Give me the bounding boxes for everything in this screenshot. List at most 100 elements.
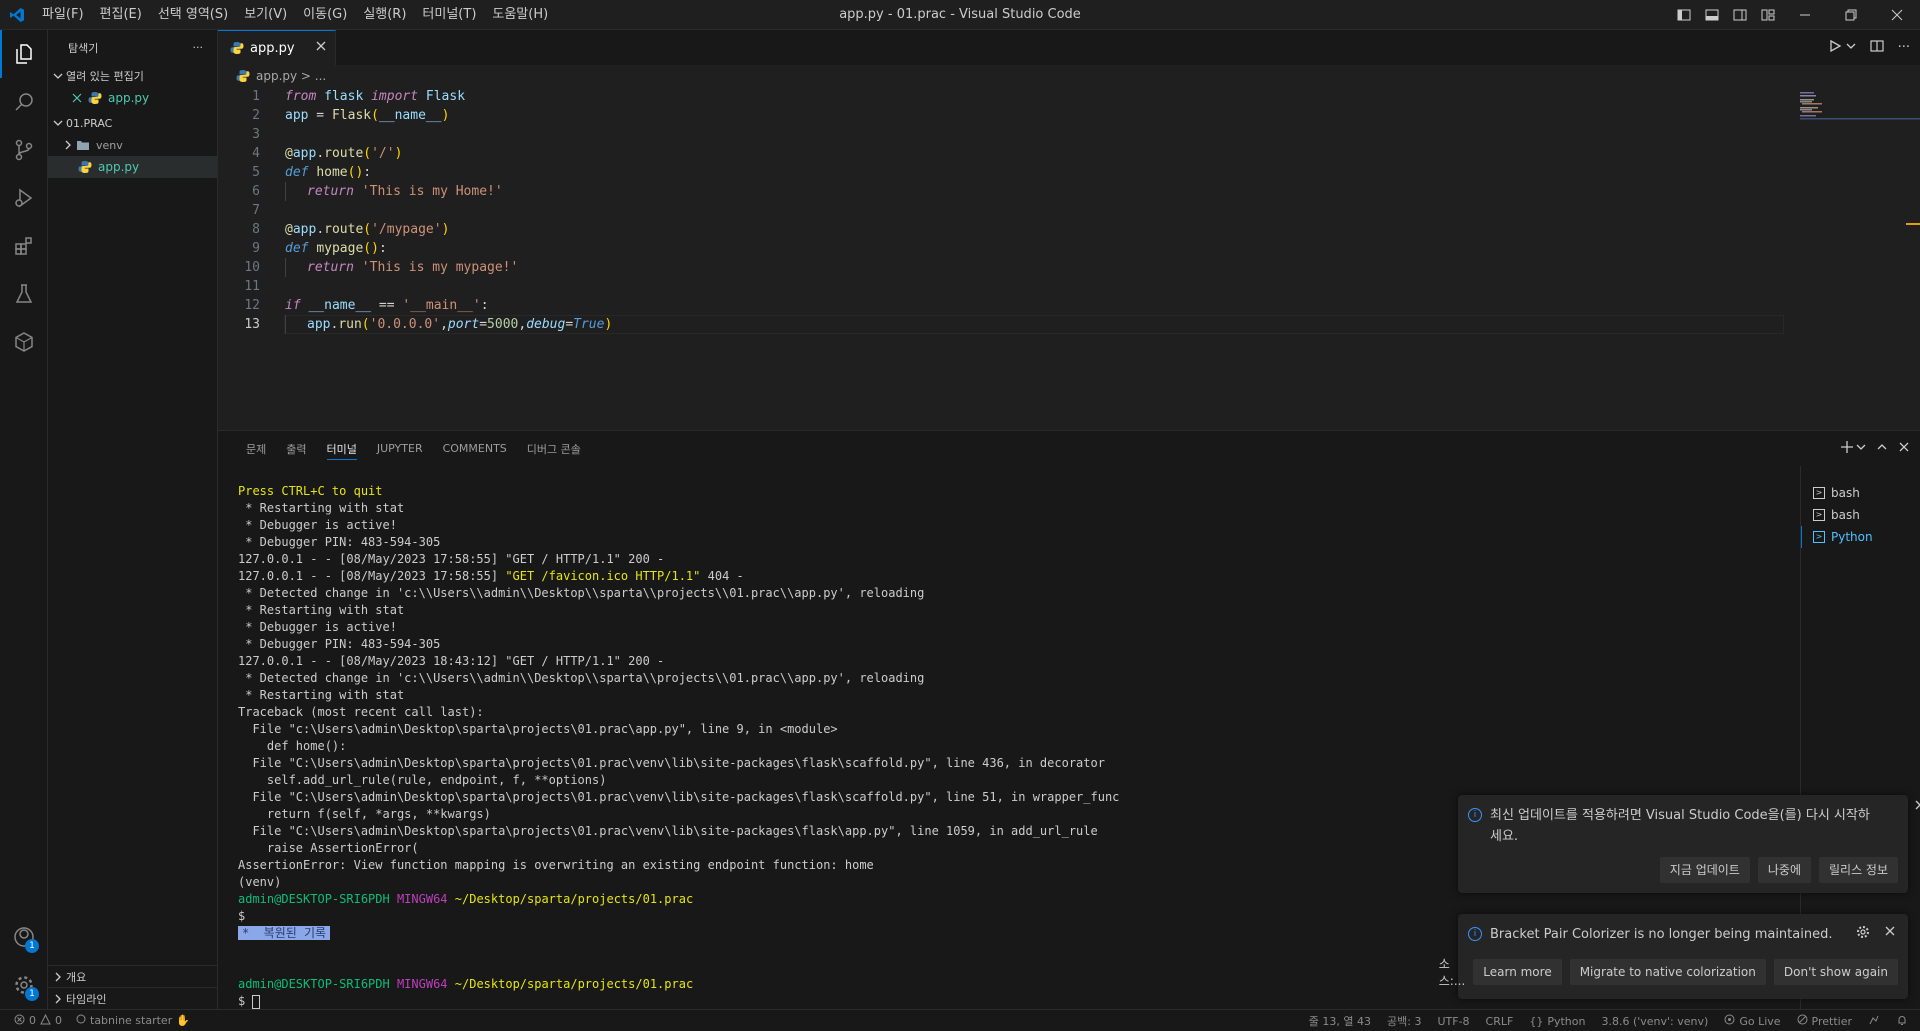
- explorer-icon[interactable]: [0, 30, 48, 78]
- timeline-section[interactable]: 타임라인: [48, 987, 218, 1009]
- breadcrumb[interactable]: app.py > ...: [218, 65, 1920, 87]
- open-editor-item[interactable]: app.py: [48, 87, 217, 109]
- chevron-right-icon: [60, 140, 76, 150]
- restored-history-badge: * 복원된 기록: [238, 926, 331, 940]
- cursor-position[interactable]: 줄 13, 열 43: [1309, 1013, 1371, 1029]
- tab-problems[interactable]: 문제: [236, 431, 276, 466]
- indentation[interactable]: 공백: 3: [1387, 1013, 1421, 1029]
- new-terminal-icon[interactable]: [1840, 440, 1854, 458]
- menu-edit[interactable]: 편집(E): [92, 0, 150, 30]
- close-window-icon[interactable]: [1874, 0, 1920, 30]
- later-button[interactable]: 나중에: [1757, 857, 1811, 883]
- accounts-icon[interactable]: 1: [0, 913, 48, 961]
- more-actions-icon[interactable]: ···: [1898, 40, 1910, 55]
- menu-view[interactable]: 보기(V): [236, 0, 295, 30]
- terminal-line: self.add_url_rule(rule, endpoint, f, **o…: [238, 773, 607, 787]
- terminal-item-bash-1[interactable]: > bash: [1801, 482, 1920, 504]
- file-app-py-label: app.py: [98, 160, 140, 174]
- testing-icon[interactable]: [0, 270, 48, 318]
- toggle-panel-icon[interactable]: [1698, 0, 1726, 30]
- menu-file[interactable]: 파일(F): [34, 0, 92, 30]
- warning-icon: [40, 1013, 51, 1028]
- code-line: 4 @app.route('/'): [252, 146, 403, 161]
- menu-terminal[interactable]: 터미널(T): [414, 0, 484, 30]
- terminal-item-bash-2[interactable]: > bash: [1801, 504, 1920, 526]
- source-control-icon[interactable]: [0, 126, 48, 174]
- menu-run[interactable]: 실행(R): [355, 0, 414, 30]
- python-interpreter[interactable]: 3.8.6 ('venv': venv): [1601, 1015, 1708, 1028]
- line-ending[interactable]: CRLF: [1486, 1015, 1514, 1028]
- release-notes-button[interactable]: 릴리스 정보: [1818, 857, 1898, 883]
- close-panel-icon[interactable]: [1898, 441, 1910, 457]
- problems-status[interactable]: 0 0: [14, 1013, 62, 1028]
- terminal-item-python[interactable]: > Python: [1801, 526, 1920, 548]
- folder-section[interactable]: 01.PRAC: [48, 112, 217, 134]
- terminal-line: * Debugger is active!: [238, 620, 397, 634]
- folder-venv[interactable]: venv: [48, 134, 217, 156]
- tab-jupyter[interactable]: JUPYTER: [367, 431, 433, 466]
- chevron-down-icon[interactable]: [1846, 40, 1856, 55]
- run-python-file-icon[interactable]: [1828, 39, 1842, 57]
- tabnine-status[interactable]: tabnine starter ✋: [76, 1014, 190, 1027]
- terminal-line: * Debugger is active!: [238, 518, 397, 532]
- toggle-secondary-sidebar-icon[interactable]: [1726, 0, 1754, 30]
- tab-terminal[interactable]: 터미널: [317, 431, 367, 466]
- code-line: 1 from flask import Flask: [252, 89, 466, 104]
- hand-icon: ✋: [176, 1014, 190, 1027]
- info-icon: i: [1468, 808, 1482, 822]
- update-now-button[interactable]: 지금 업데이트: [1659, 857, 1750, 883]
- maximize-panel-icon[interactable]: [1876, 441, 1888, 457]
- python-file-icon: [78, 160, 92, 174]
- menu-go[interactable]: 이동(G): [295, 0, 355, 30]
- tab-debug-console[interactable]: 디버그 콘솔: [517, 431, 591, 466]
- panel-tabs: 문제 출력 터미널 JUPYTER COMMENTS 디버그 콘솔: [218, 431, 1920, 466]
- file-app-py[interactable]: app.py: [48, 156, 217, 178]
- menu-help[interactable]: 도움말(H): [484, 0, 556, 30]
- encoding[interactable]: UTF-8: [1437, 1015, 1469, 1028]
- feedback-icon[interactable]: [1868, 1014, 1880, 1029]
- open-editors-section[interactable]: 열려 있는 편집기: [48, 65, 217, 87]
- window-controls: [1670, 0, 1920, 30]
- close-tab-icon[interactable]: [315, 40, 327, 56]
- tab-app-py[interactable]: app.py: [218, 30, 336, 65]
- split-editor-icon[interactable]: [1869, 39, 1884, 57]
- code-line: 3: [252, 127, 260, 142]
- migrate-button[interactable]: Migrate to native colorization: [1569, 959, 1766, 985]
- close-editor-icon[interactable]: [72, 93, 88, 103]
- close-notification-icon[interactable]: [1884, 925, 1896, 941]
- chevron-down-icon[interactable]: [1856, 441, 1866, 456]
- customize-layout-icon[interactable]: [1754, 0, 1782, 30]
- go-live[interactable]: Go Live: [1724, 1014, 1781, 1028]
- update-notification: i 최신 업데이트를 적용하려면 Visual Studio Code을(를) …: [1458, 795, 1920, 893]
- explorer-sidebar: 탐색기 ··· 열려 있는 편집기 app.py 01.PRAC venv ap…: [48, 30, 218, 1009]
- language-mode[interactable]: {} Python: [1529, 1015, 1585, 1028]
- status-bar: 0 0 tabnine starter ✋ 줄 13, 열 43 공백: 3 U…: [0, 1009, 1920, 1031]
- close-notification-icon[interactable]: [1914, 797, 1920, 818]
- tab-output[interactable]: 출력: [276, 431, 316, 466]
- run-debug-icon[interactable]: [0, 174, 48, 222]
- sidebar-bottom-sections: 개요 타임라인: [48, 965, 218, 1009]
- dont-show-again-button[interactable]: Don't show again: [1773, 959, 1898, 985]
- code-editor[interactable]: 1 from flask import Flask 2 app = Flask(__…: [218, 87, 1792, 334]
- minimize-icon[interactable]: [1782, 0, 1828, 30]
- remote-explorer-icon[interactable]: [0, 318, 48, 366]
- manage-gear-icon[interactable]: 1: [0, 961, 48, 1009]
- minimap[interactable]: [1792, 87, 1920, 430]
- more-actions-icon[interactable]: ···: [193, 41, 204, 54]
- notifications-bell-icon[interactable]: [1896, 1014, 1908, 1029]
- toggle-sidebar-icon[interactable]: [1670, 0, 1698, 30]
- notification-settings-gear-icon[interactable]: [1856, 925, 1870, 943]
- learn-more-button[interactable]: Learn more: [1473, 959, 1562, 985]
- tab-comments[interactable]: COMMENTS: [433, 431, 517, 466]
- explorer-title: 탐색기: [68, 41, 99, 55]
- extensions-icon[interactable]: [0, 222, 48, 270]
- search-icon[interactable]: [0, 78, 48, 126]
- outline-section[interactable]: 개요: [48, 965, 218, 987]
- terminal-line: * Debugger PIN: 483-594-305: [238, 535, 441, 549]
- panel-actions: [1840, 431, 1910, 466]
- restore-icon[interactable]: [1828, 0, 1874, 30]
- prettier[interactable]: Prettier: [1797, 1014, 1852, 1028]
- open-editor-label: app.py: [108, 91, 150, 105]
- vscode-logo-icon: [0, 0, 34, 30]
- menu-selection[interactable]: 선택 영역(S): [150, 0, 236, 30]
